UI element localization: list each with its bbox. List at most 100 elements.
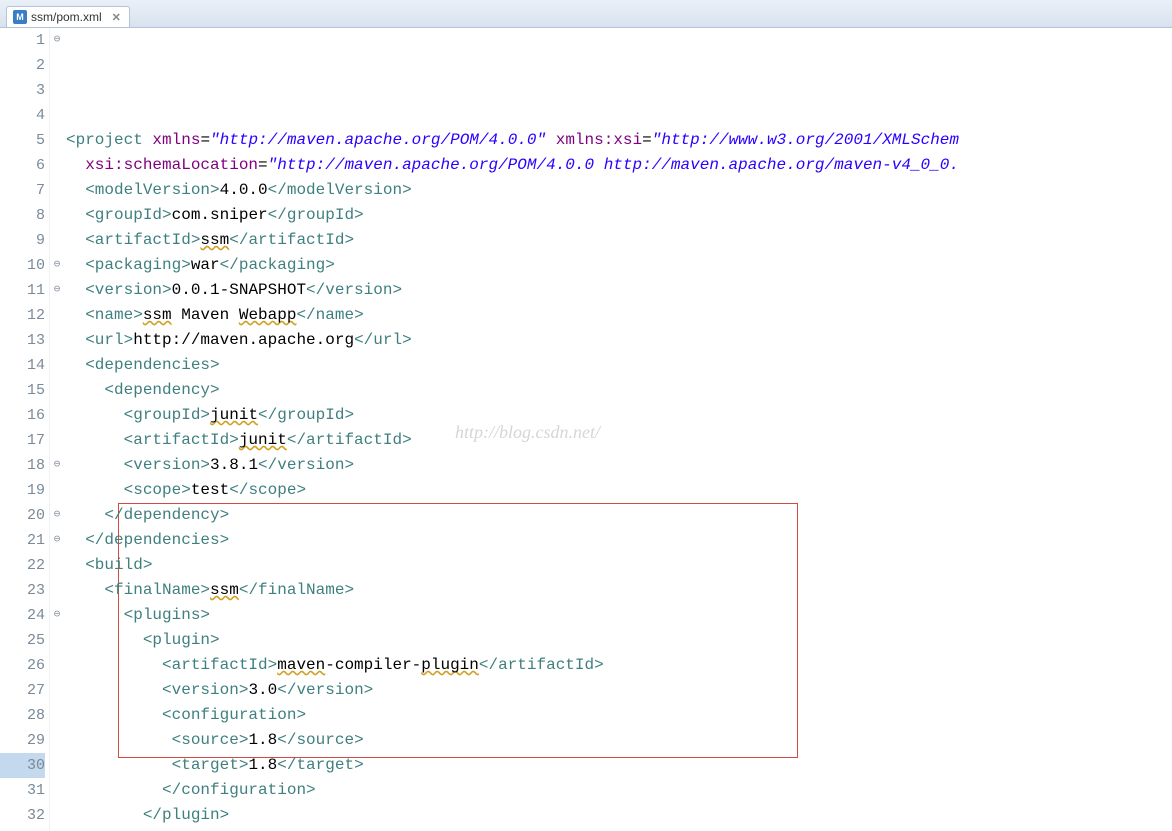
code-token: junit bbox=[210, 406, 258, 424]
line-number: 11 bbox=[0, 278, 45, 303]
code-line[interactable]: <target>1.8</target> bbox=[66, 753, 1172, 778]
code-token: xmlns bbox=[152, 131, 200, 149]
code-token: </artifactId> bbox=[229, 231, 354, 249]
code-token: <target> bbox=[172, 756, 249, 774]
code-token: </groupId> bbox=[258, 406, 354, 424]
line-number: 24 bbox=[0, 603, 45, 628]
code-token: <configuration> bbox=[162, 706, 306, 724]
fold-spacer bbox=[50, 728, 64, 753]
code-token: </scope> bbox=[229, 481, 306, 499]
code-token bbox=[66, 656, 162, 674]
code-line[interactable]: <finalName>ssm</finalName> bbox=[66, 578, 1172, 603]
fold-spacer bbox=[50, 403, 64, 428]
code-token: <url> bbox=[85, 331, 133, 349]
fold-spacer bbox=[50, 378, 64, 403]
code-token: </version> bbox=[277, 681, 373, 699]
code-line[interactable]: <groupId>com.sniper</groupId> bbox=[66, 203, 1172, 228]
code-token bbox=[66, 506, 104, 524]
fold-spacer bbox=[50, 703, 64, 728]
code-token: </configuration> bbox=[162, 781, 316, 799]
fold-toggle-icon[interactable]: ⊖ bbox=[50, 253, 64, 278]
line-number: 15 bbox=[0, 378, 45, 403]
code-line[interactable]: <artifactId>junit</artifactId> bbox=[66, 428, 1172, 453]
fold-spacer bbox=[50, 753, 64, 778]
code-token bbox=[66, 581, 104, 599]
fold-toggle-icon[interactable]: ⊖ bbox=[50, 528, 64, 553]
line-number: 31 bbox=[0, 778, 45, 803]
code-line[interactable]: <scope>test</scope> bbox=[66, 478, 1172, 503]
line-number: 32 bbox=[0, 803, 45, 828]
editor-tab[interactable]: M ssm/pom.xml ✕ bbox=[6, 6, 130, 27]
code-token: <groupId> bbox=[124, 406, 210, 424]
code-line[interactable]: <plugins> bbox=[66, 603, 1172, 628]
line-number: 8 bbox=[0, 203, 45, 228]
code-token: <packaging> bbox=[85, 256, 191, 274]
code-token bbox=[66, 181, 85, 199]
fold-toggle-icon[interactable]: ⊖ bbox=[50, 28, 64, 53]
code-line[interactable]: <dependencies> bbox=[66, 353, 1172, 378]
code-token bbox=[66, 481, 124, 499]
fold-spacer bbox=[50, 678, 64, 703]
code-token: "http://maven.apache.org/POM/4.0.0" bbox=[210, 131, 546, 149]
fold-spacer bbox=[50, 178, 64, 203]
code-line[interactable]: <version>0.0.1-SNAPSHOT</version> bbox=[66, 278, 1172, 303]
code-line[interactable]: <project xmlns="http://maven.apache.org/… bbox=[66, 128, 1172, 153]
code-token bbox=[66, 431, 124, 449]
code-token bbox=[66, 781, 162, 799]
close-icon[interactable]: ✕ bbox=[112, 11, 121, 24]
code-line[interactable]: </dependencies> bbox=[66, 528, 1172, 553]
code-token: <version> bbox=[124, 456, 210, 474]
fold-spacer bbox=[50, 103, 64, 128]
code-token: </finalName> bbox=[239, 581, 354, 599]
fold-toggle-icon[interactable]: ⊖ bbox=[50, 603, 64, 628]
code-token bbox=[66, 606, 124, 624]
code-token: <plugin> bbox=[143, 631, 220, 649]
fold-spacer bbox=[50, 578, 64, 603]
code-token: "http://www.w3.org/2001/XMLSchem bbox=[652, 131, 959, 149]
tab-label: ssm/pom.xml bbox=[31, 10, 102, 24]
code-content[interactable]: http://blog.csdn.net/ <project xmlns="ht… bbox=[64, 28, 1172, 831]
code-token: </version> bbox=[306, 281, 402, 299]
code-line[interactable]: <build> bbox=[66, 553, 1172, 578]
editor-area[interactable]: 1234567891011121314151617181920212223242… bbox=[0, 28, 1172, 831]
code-token bbox=[66, 256, 85, 274]
fold-toggle-icon[interactable]: ⊖ bbox=[50, 453, 64, 478]
code-token bbox=[66, 306, 85, 324]
code-line[interactable]: </dependency> bbox=[66, 503, 1172, 528]
code-token: <modelVersion> bbox=[85, 181, 219, 199]
code-line[interactable]: <source>1.8</source> bbox=[66, 728, 1172, 753]
code-token: </groupId> bbox=[268, 206, 364, 224]
tab-bar: M ssm/pom.xml ✕ bbox=[0, 0, 1172, 28]
code-token: = bbox=[258, 156, 268, 174]
code-line[interactable]: <url>http://maven.apache.org</url> bbox=[66, 328, 1172, 353]
code-line[interactable]: <artifactId>maven-compiler-plugin</artif… bbox=[66, 653, 1172, 678]
code-token: <version> bbox=[85, 281, 171, 299]
line-number: 6 bbox=[0, 153, 45, 178]
code-line[interactable]: <version>3.0</version> bbox=[66, 678, 1172, 703]
code-line[interactable]: <groupId>junit</groupId> bbox=[66, 403, 1172, 428]
code-line[interactable]: <dependency> bbox=[66, 378, 1172, 403]
fold-spacer bbox=[50, 803, 64, 828]
code-token: ssm bbox=[200, 231, 229, 249]
code-token: <artifactId> bbox=[85, 231, 200, 249]
fold-toggle-icon[interactable]: ⊖ bbox=[50, 278, 64, 303]
fold-spacer bbox=[50, 628, 64, 653]
code-token: </plugin> bbox=[143, 806, 229, 824]
line-number: 26 bbox=[0, 653, 45, 678]
code-line[interactable]: xsi:schemaLocation="http://maven.apache.… bbox=[66, 153, 1172, 178]
code-token: </version> bbox=[258, 456, 354, 474]
code-line[interactable]: <artifactId>ssm</artifactId> bbox=[66, 228, 1172, 253]
file-icon: M bbox=[13, 10, 27, 24]
code-line[interactable]: </configuration> bbox=[66, 778, 1172, 803]
code-token bbox=[66, 406, 124, 424]
code-line[interactable]: <plugin> bbox=[66, 628, 1172, 653]
code-line[interactable]: <modelVersion>4.0.0</modelVersion> bbox=[66, 178, 1172, 203]
code-line[interactable]: <version>3.8.1</version> bbox=[66, 453, 1172, 478]
code-line[interactable]: <name>ssm Maven Webapp</name> bbox=[66, 303, 1172, 328]
code-line[interactable]: <packaging>war</packaging> bbox=[66, 253, 1172, 278]
code-line[interactable]: </plugin> bbox=[66, 803, 1172, 828]
fold-spacer bbox=[50, 653, 64, 678]
code-line[interactable]: <configuration> bbox=[66, 703, 1172, 728]
code-token bbox=[66, 706, 162, 724]
fold-toggle-icon[interactable]: ⊖ bbox=[50, 503, 64, 528]
